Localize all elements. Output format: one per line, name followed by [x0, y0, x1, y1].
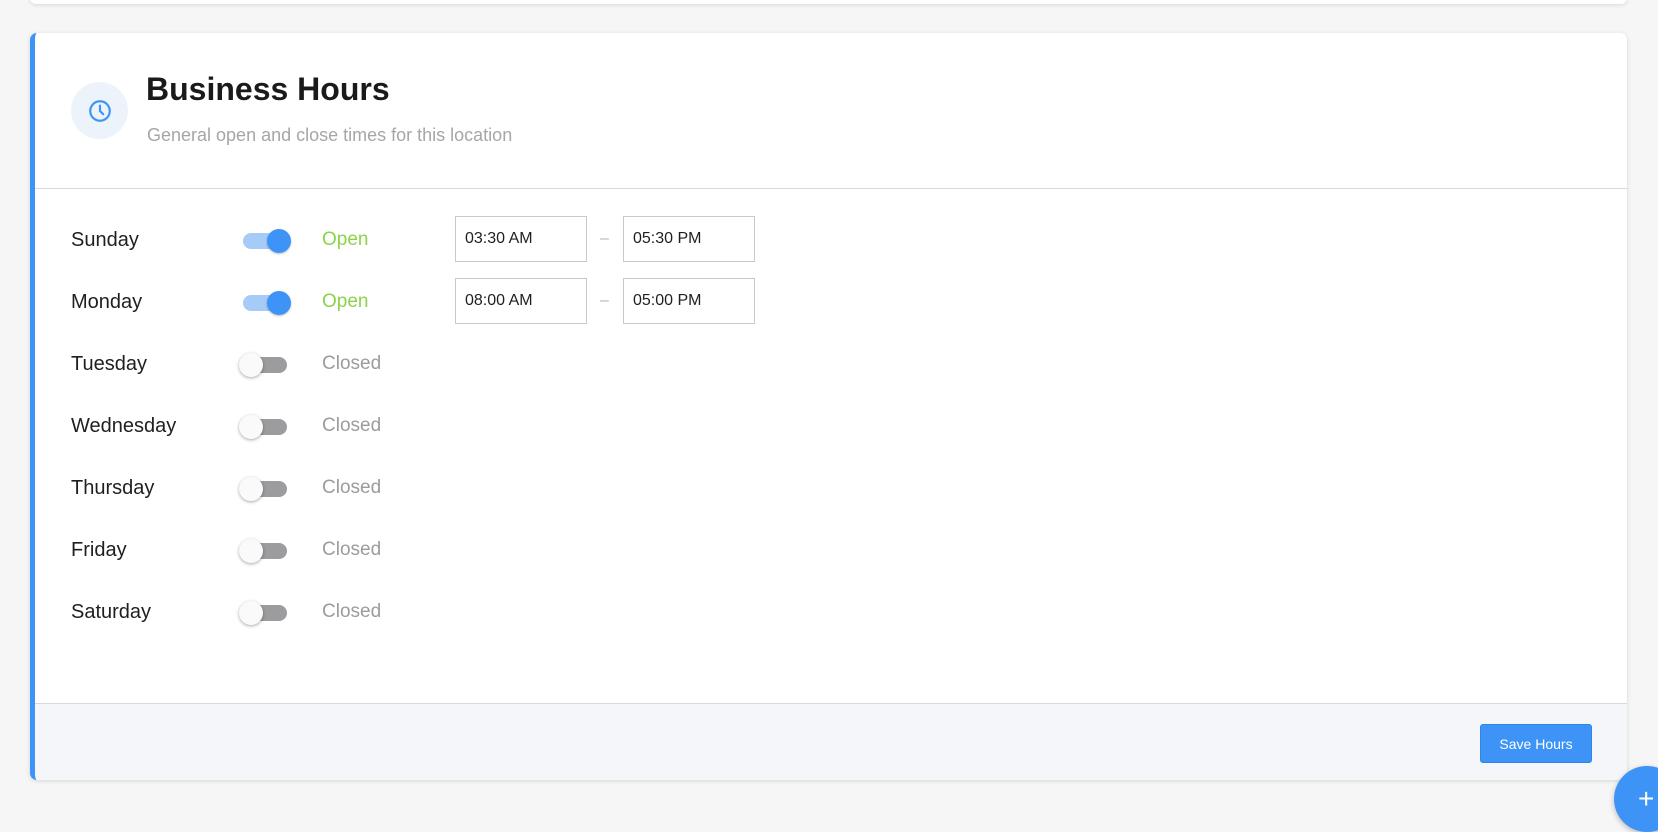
status-label: Closed — [322, 415, 382, 436]
page-title: Business Hours — [146, 71, 390, 107]
day-label: Thursday — [71, 477, 155, 499]
toggle-knob — [239, 353, 263, 377]
status-label: Closed — [322, 539, 382, 560]
page-subtitle: General open and close times for this lo… — [147, 125, 513, 145]
open-time-input[interactable] — [455, 216, 587, 262]
open-toggle[interactable] — [241, 229, 291, 253]
toggle-knob — [239, 601, 263, 625]
open-toggle[interactable] — [239, 539, 289, 563]
clock-icon — [88, 99, 111, 122]
time-separator: – — [600, 292, 609, 309]
card-footer: Save Hours — [35, 703, 1627, 780]
day-label: Wednesday — [71, 415, 177, 437]
toggle-knob — [267, 291, 291, 315]
close-time-input[interactable] — [623, 278, 755, 324]
open-toggle[interactable] — [239, 601, 289, 625]
time-separator: – — [600, 230, 609, 247]
day-label: Saturday — [71, 601, 152, 623]
day-label: Friday — [71, 539, 127, 561]
day-row-saturday: Saturday Closed — [35, 588, 1627, 636]
day-row-wednesday: Wednesday Closed — [35, 402, 1627, 450]
open-toggle[interactable] — [239, 415, 289, 439]
previous-card — [30, 0, 1627, 4]
day-row-sunday: Sunday Open – — [35, 216, 1627, 264]
day-row-thursday: Thursday Closed — [35, 464, 1627, 512]
day-label: Sunday — [71, 229, 139, 251]
day-row-tuesday: Tuesday Closed — [35, 340, 1627, 388]
close-time-input[interactable] — [623, 216, 755, 262]
plus-icon: + — [1638, 783, 1655, 814]
open-time-input[interactable] — [455, 278, 587, 324]
status-label: Open — [322, 229, 369, 250]
card-header: Business Hours General open and close ti… — [35, 33, 1627, 189]
open-toggle[interactable] — [239, 477, 289, 501]
status-label: Closed — [322, 477, 382, 498]
day-row-friday: Friday Closed — [35, 526, 1627, 574]
clock-icon-badge — [71, 82, 128, 139]
toggle-knob — [239, 415, 263, 439]
status-label: Closed — [322, 601, 382, 622]
toggle-knob — [239, 477, 263, 501]
status-label: Closed — [322, 353, 382, 374]
open-toggle[interactable] — [239, 353, 289, 377]
save-hours-button[interactable]: Save Hours — [1480, 724, 1592, 763]
day-label: Tuesday — [71, 353, 147, 375]
open-toggle[interactable] — [241, 291, 291, 315]
day-label: Monday — [71, 291, 143, 313]
toggle-knob — [239, 539, 263, 563]
day-row-monday: Monday Open – — [35, 278, 1627, 326]
status-label: Open — [322, 291, 369, 312]
toggle-knob — [267, 229, 291, 253]
business-hours-card: Business Hours General open and close ti… — [30, 33, 1627, 780]
